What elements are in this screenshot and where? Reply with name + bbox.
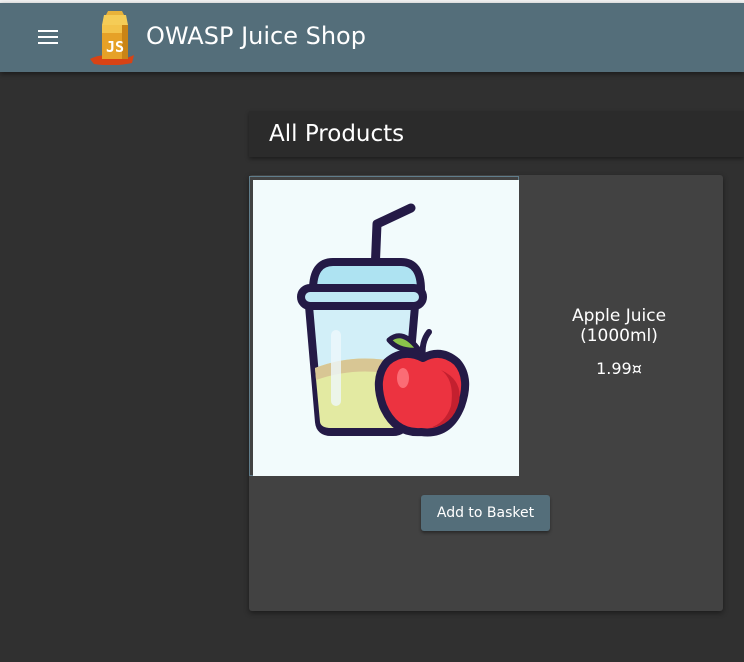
app-title[interactable]: OWASP Juice Shop — [146, 21, 366, 51]
product-price: 1.99¤ — [596, 359, 642, 378]
product-image-button[interactable] — [249, 176, 519, 476]
product-card: Apple Juice (1000ml) 1.99¤ Add to Basket — [249, 175, 723, 611]
product-name: Apple Juice (1000ml) — [549, 306, 689, 346]
menu-button[interactable] — [28, 20, 68, 54]
juice-carton-logo-icon[interactable]: JS — [88, 9, 140, 65]
top-toolbar: JS OWASP Juice Shop — [0, 3, 744, 72]
page-heading-bar: All Products — [249, 111, 744, 157]
add-to-basket-button[interactable]: Add to Basket — [421, 495, 550, 531]
page-title: All Products — [269, 121, 405, 147]
product-image — [253, 180, 519, 476]
product-name-line-1: Apple Juice — [571, 306, 667, 326]
svg-text:JS: JS — [106, 38, 124, 56]
product-name-line-2: (1000ml) — [580, 326, 658, 346]
apple-juice-cup-icon — [297, 203, 470, 437]
